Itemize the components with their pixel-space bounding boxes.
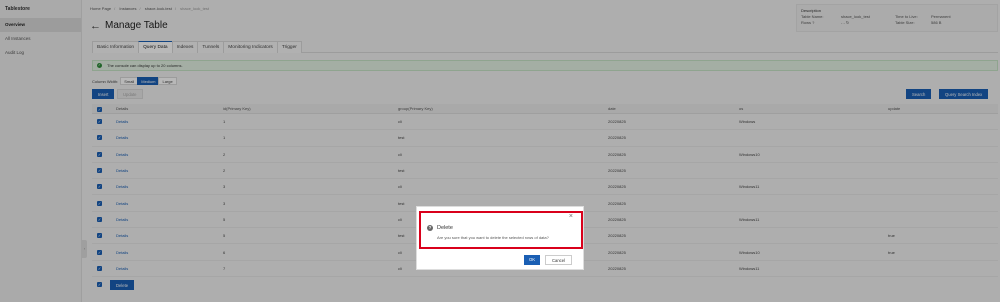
delete-confirm-dialog: × ? Delete Are you sure that you want to… bbox=[416, 206, 584, 270]
dialog-title: Delete bbox=[437, 225, 453, 231]
close-icon[interactable]: × bbox=[569, 213, 573, 221]
cancel-button[interactable]: Cancel bbox=[545, 255, 573, 265]
question-icon: ? bbox=[427, 225, 433, 231]
ok-button[interactable]: OK bbox=[524, 255, 541, 265]
dialog-message: Are you sure that you want to delete the… bbox=[437, 235, 549, 240]
